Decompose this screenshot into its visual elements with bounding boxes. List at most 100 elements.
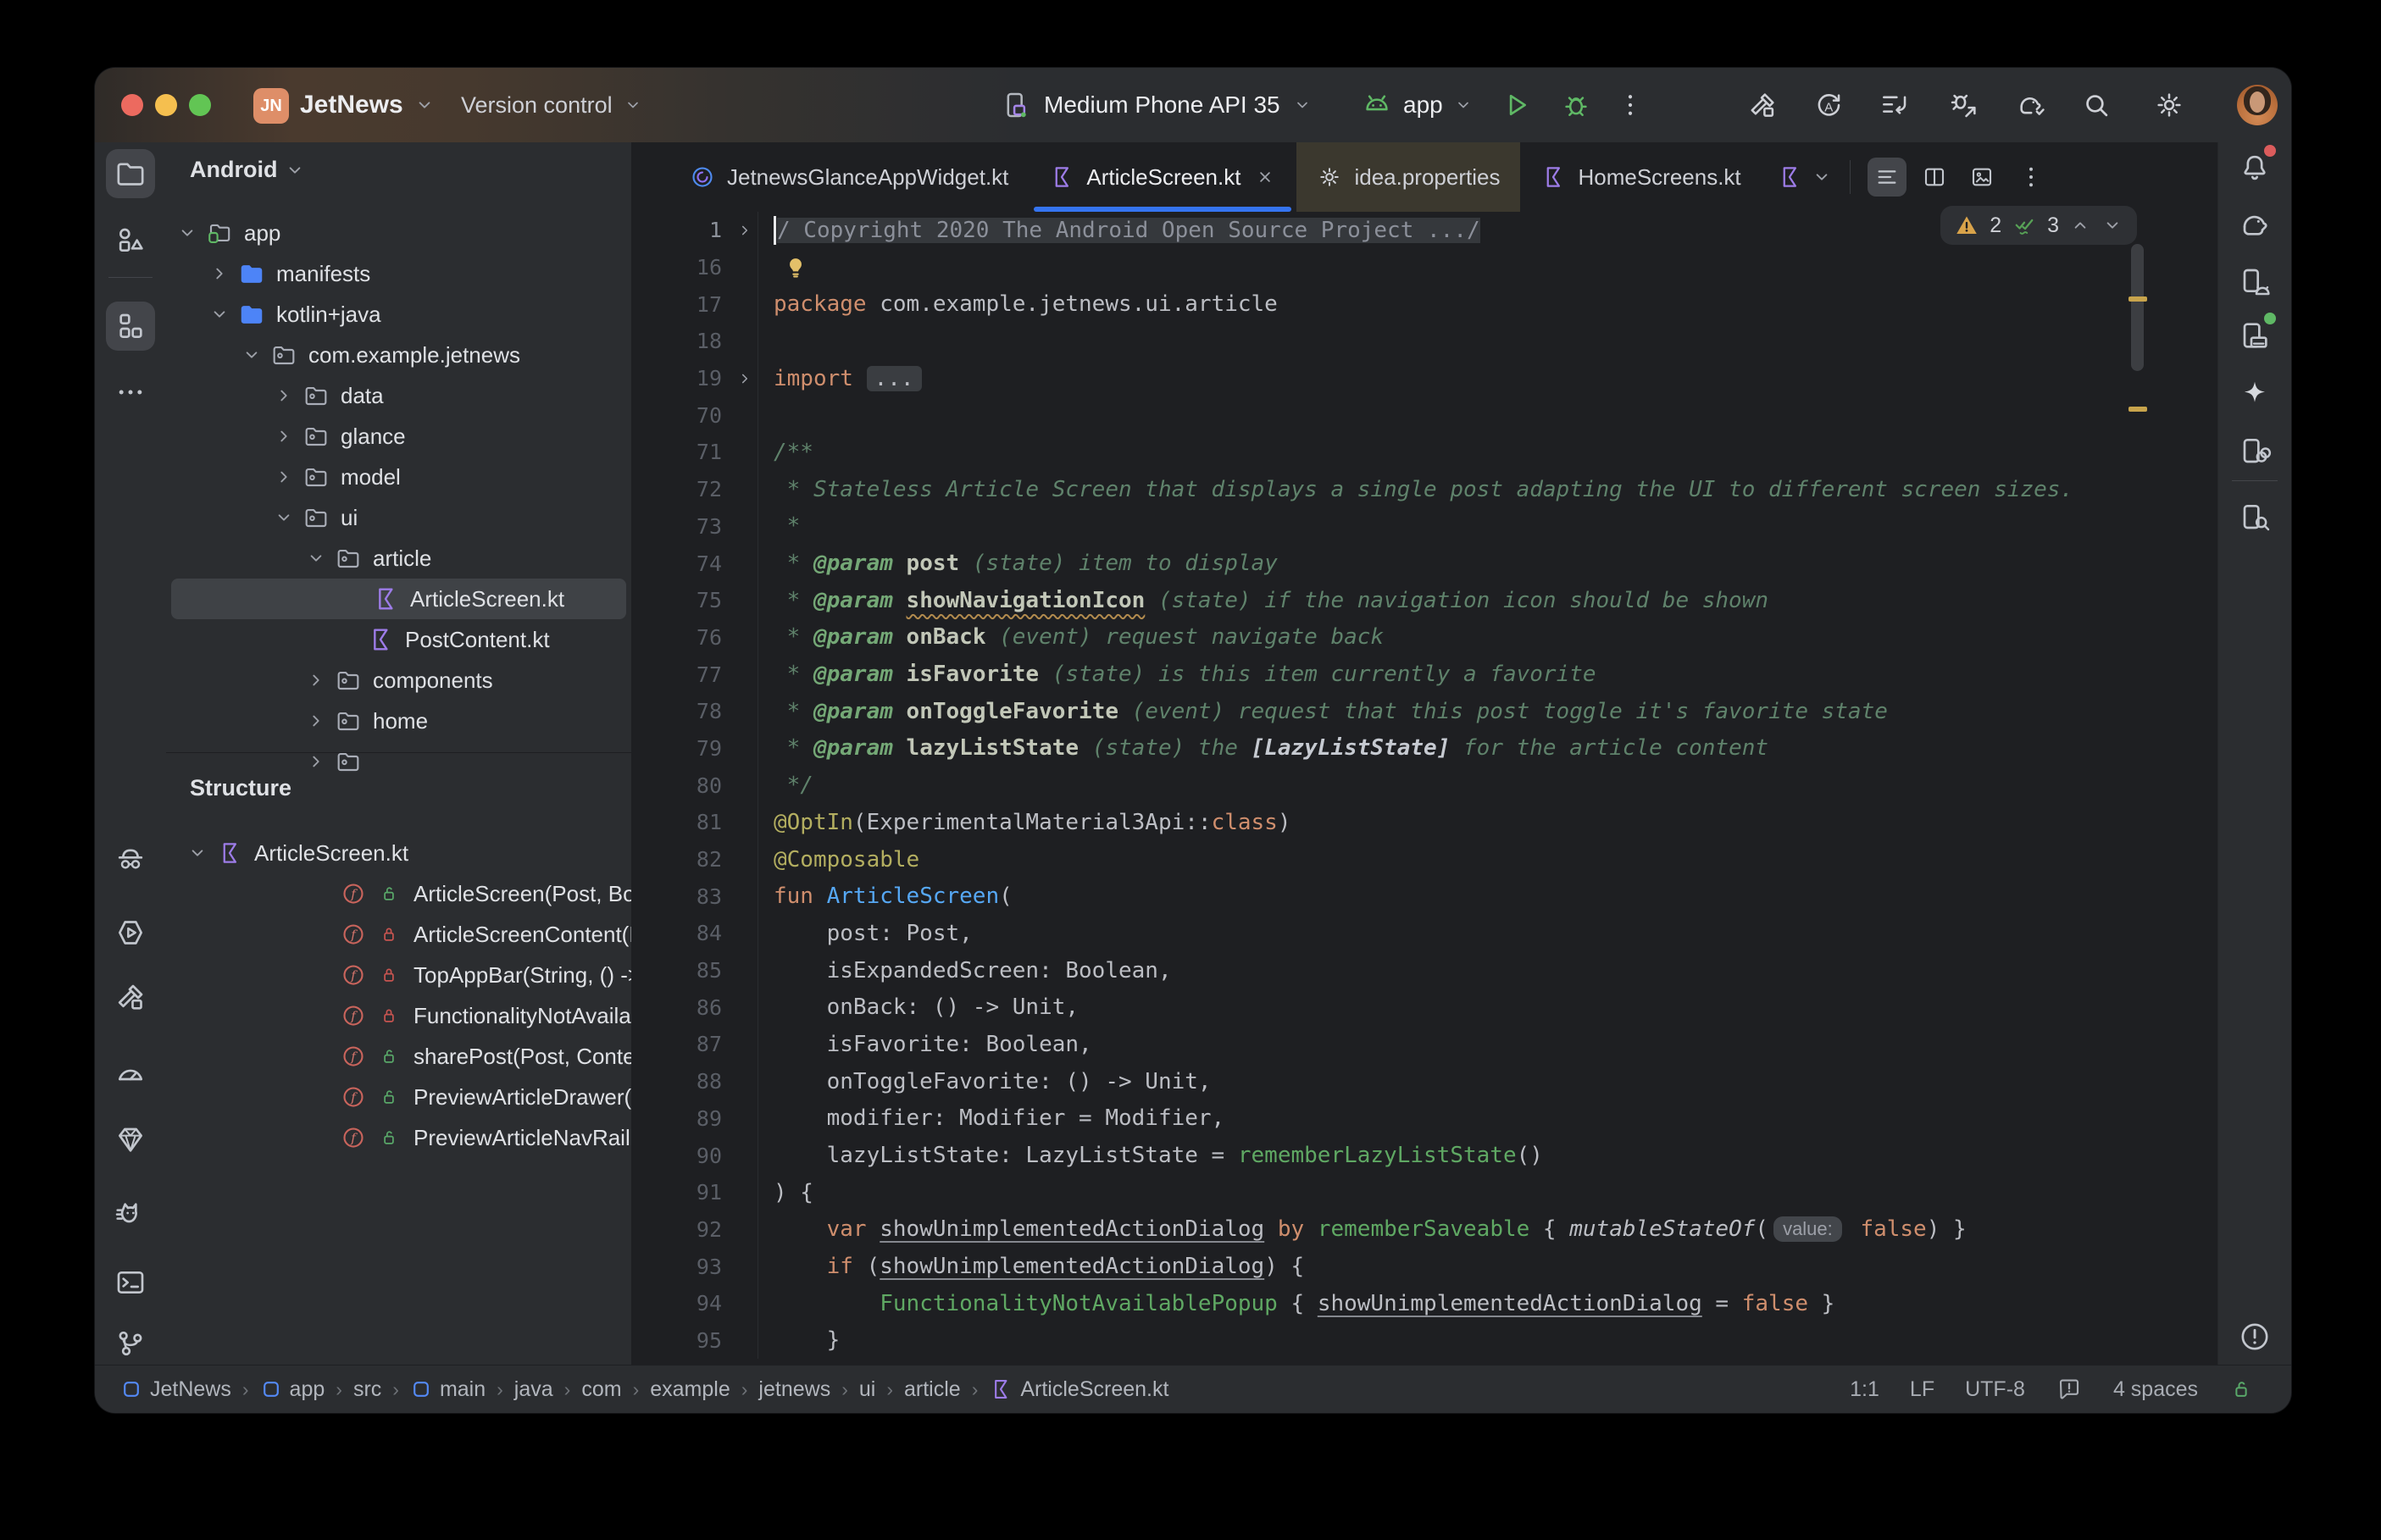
code-line-83[interactable]: 83 fun ArticleScreen( bbox=[631, 878, 2218, 915]
gemini-gem-tool-button[interactable] bbox=[106, 1115, 155, 1164]
terminal-tool-button[interactable] bbox=[106, 1258, 155, 1307]
device-selector[interactable]: Medium Phone API 35 bbox=[1000, 68, 1313, 142]
next-problem-icon[interactable] bbox=[2101, 214, 2123, 236]
zoom-window-button[interactable] bbox=[189, 94, 211, 116]
fold-arrow-icon[interactable] bbox=[732, 212, 758, 249]
warning-stripe-mark[interactable] bbox=[2128, 296, 2147, 302]
code-line-92[interactable]: 92 var showUnimplementedActionDialog by … bbox=[631, 1211, 2218, 1249]
tree-item-data[interactable]: data bbox=[166, 375, 631, 416]
code-line-82[interactable]: 82 @Composable bbox=[631, 841, 2218, 878]
gradle-elephant-tool-button[interactable] bbox=[2230, 199, 2279, 248]
chevron-right-icon[interactable] bbox=[207, 261, 232, 286]
close-tab-icon[interactable] bbox=[1254, 166, 1276, 188]
previous-problem-icon[interactable] bbox=[2069, 214, 2091, 236]
chevron-right-icon[interactable] bbox=[303, 668, 329, 693]
chevron-right-icon[interactable] bbox=[271, 383, 297, 408]
project-selector[interactable]: JetNews bbox=[300, 68, 436, 142]
settings-gear-button[interactable] bbox=[2152, 88, 2186, 122]
line-separator-widget[interactable]: LF bbox=[1910, 1377, 1934, 1402]
folded-region[interactable]: / Copyright 2020 The Android Open Source… bbox=[777, 218, 1480, 243]
sync-a-button[interactable] bbox=[1812, 88, 1845, 122]
profiler-gauge-tool-button[interactable] bbox=[106, 1049, 155, 1098]
build-hammer-tool-button[interactable] bbox=[106, 972, 155, 1022]
gemini-sparkle-tool-button[interactable] bbox=[2230, 370, 2279, 419]
structure-item-articlescreencontent-post[interactable]: ArticleScreenContent(Post, () bbox=[166, 914, 631, 955]
structure-item-articlescreen-post-boolean[interactable]: ArticleScreen(Post, Boolean, bbox=[166, 873, 631, 914]
code-line-84[interactable]: 84 post: Post, bbox=[631, 915, 2218, 952]
tree-item-ui[interactable]: ui bbox=[166, 497, 631, 538]
tab-idea-properties[interactable]: idea.properties bbox=[1296, 142, 1520, 212]
more-horizontal-tool-button[interactable] bbox=[106, 368, 155, 417]
encoding-widget[interactable]: UTF-8 bbox=[1965, 1377, 2025, 1402]
build-hammer-button[interactable] bbox=[1746, 88, 1779, 122]
code-line-86[interactable]: 86 onBack: () -> Unit, bbox=[631, 989, 2218, 1026]
tree-item-glance[interactable]: glance bbox=[166, 416, 631, 457]
code-line-18[interactable]: 18 bbox=[631, 323, 2218, 360]
code-line-75[interactable]: 75 * @param showNavigationIcon (state) i… bbox=[631, 582, 2218, 619]
title-bar[interactable]: JN JetNews Version control Medium Phone … bbox=[95, 68, 2291, 143]
tree-item-kotlin-java[interactable]: kotlin+java bbox=[166, 294, 631, 335]
tab-jetnewsglanceappwidget-kt[interactable]: JetnewsGlanceAppWidget.kt bbox=[669, 142, 1029, 212]
project-view-selector[interactable]: Android bbox=[190, 157, 306, 183]
minimize-window-button[interactable] bbox=[155, 94, 177, 116]
breadcrumb-src[interactable]: src bbox=[353, 1377, 381, 1402]
tree-item-components[interactable]: components bbox=[166, 660, 631, 701]
chevron-right-icon[interactable] bbox=[303, 708, 329, 734]
chevron-right-icon[interactable] bbox=[271, 464, 297, 490]
structure-item-sharepost-post-context-un[interactable]: sharePost(Post, Context): Un bbox=[166, 1036, 631, 1077]
hidden-tabs-kotlin-icon[interactable] bbox=[1777, 164, 1802, 190]
chevron-down-icon[interactable] bbox=[175, 220, 200, 246]
device-explorer-tool-button[interactable] bbox=[2230, 493, 2279, 542]
code-line-91[interactable]: 91 ) { bbox=[631, 1174, 2218, 1211]
breadcrumb-main[interactable]: main bbox=[410, 1377, 486, 1402]
run-button[interactable] bbox=[1499, 88, 1533, 122]
breadcrumb-app[interactable]: app bbox=[260, 1377, 325, 1402]
tree-item-manifests[interactable]: manifests bbox=[166, 253, 631, 294]
tree-item-article[interactable]: article bbox=[166, 538, 631, 579]
modules-grid-tool-button[interactable] bbox=[106, 302, 155, 351]
code-line-72[interactable]: 72 * Stateless Article Screen that displ… bbox=[631, 471, 2218, 508]
tree-item-home[interactable]: home bbox=[166, 701, 631, 741]
code-line-79[interactable]: 79 * @param lazyListState (state) the [L… bbox=[631, 730, 2218, 767]
code-line-17[interactable]: 17 package com.example.jetnews.ui.articl… bbox=[631, 285, 2218, 323]
indent-widget[interactable]: 4 spaces bbox=[2113, 1377, 2198, 1402]
code-editor[interactable]: 1 / Copyright 2020 The Android Open Sour… bbox=[631, 212, 2218, 1366]
structure-item-previewarticlenavrail-unit[interactable]: PreviewArticleNavRail(): Unit bbox=[166, 1117, 631, 1158]
code-line-95[interactable]: 95 } bbox=[631, 1322, 2218, 1360]
code-line-85[interactable]: 85 isExpandedScreen: Boolean, bbox=[631, 952, 2218, 989]
feedback-bubble-icon[interactable] bbox=[2056, 1376, 2083, 1403]
breadcrumb-example[interactable]: example bbox=[650, 1377, 730, 1402]
app-quality-insights-tool-button[interactable] bbox=[106, 836, 155, 885]
build-variants-button[interactable] bbox=[1878, 88, 1912, 122]
code-line-80[interactable]: 80 */ bbox=[631, 767, 2218, 804]
breadcrumb-articlescreen-kt[interactable]: ArticleScreen.kt bbox=[989, 1377, 1168, 1402]
more-run-options-button[interactable] bbox=[1613, 88, 1647, 122]
device-mirroring-tool-button[interactable] bbox=[2230, 427, 2279, 476]
project-folder-tool-button[interactable] bbox=[106, 149, 155, 198]
code-line-89[interactable]: 89 modifier: Modifier = Modifier, bbox=[631, 1100, 2218, 1138]
editor-options-kebab-icon[interactable] bbox=[2017, 163, 2045, 191]
code-line-74[interactable]: 74 * @param post (state) item to display bbox=[631, 545, 2218, 582]
tree-item-articlescreen-kt[interactable]: ArticleScreen.kt bbox=[171, 579, 626, 619]
file-writable-lock-icon[interactable] bbox=[2228, 1377, 2254, 1402]
device-manager-tool-button[interactable] bbox=[2230, 258, 2279, 307]
breadcrumb-article[interactable]: article bbox=[904, 1377, 961, 1402]
chevron-down-icon[interactable] bbox=[303, 546, 329, 571]
code-line-78[interactable]: 78 * @param onToggleFavorite (event) req… bbox=[631, 693, 2218, 730]
code-line-71[interactable]: 71 /** bbox=[631, 434, 2218, 471]
chevron-down-icon[interactable] bbox=[207, 302, 232, 327]
warning-stripe-mark[interactable] bbox=[2128, 407, 2147, 412]
resource-manager-tool-button[interactable] bbox=[106, 215, 155, 264]
run-configuration-selector[interactable]: app bbox=[1361, 68, 1474, 142]
tree-item-com-example-jetnews[interactable]: com.example.jetnews bbox=[166, 335, 631, 375]
logcat-cat-tool-button[interactable] bbox=[106, 1189, 155, 1238]
tab-homescreens-kt[interactable]: HomeScreens.kt bbox=[1520, 142, 1761, 212]
code-line-93[interactable]: 93 if (showUnimplementedActionDialog) { bbox=[631, 1248, 2218, 1285]
code-line-94[interactable]: 94 FunctionalityNotAvailablePopup { show… bbox=[631, 1285, 2218, 1322]
caret-position-widget[interactable]: 1:1 bbox=[1850, 1377, 1879, 1402]
code-line-77[interactable]: 77 * @param isFavorite (state) is this i… bbox=[631, 656, 2218, 693]
debug-button[interactable] bbox=[1559, 88, 1593, 122]
structure-item-previewarticledrawer-unit[interactable]: PreviewArticleDrawer(): Unit bbox=[166, 1077, 631, 1117]
chevron-down-icon[interactable] bbox=[239, 342, 264, 368]
code-line-87[interactable]: 87 isFavorite: Boolean, bbox=[631, 1026, 2218, 1063]
